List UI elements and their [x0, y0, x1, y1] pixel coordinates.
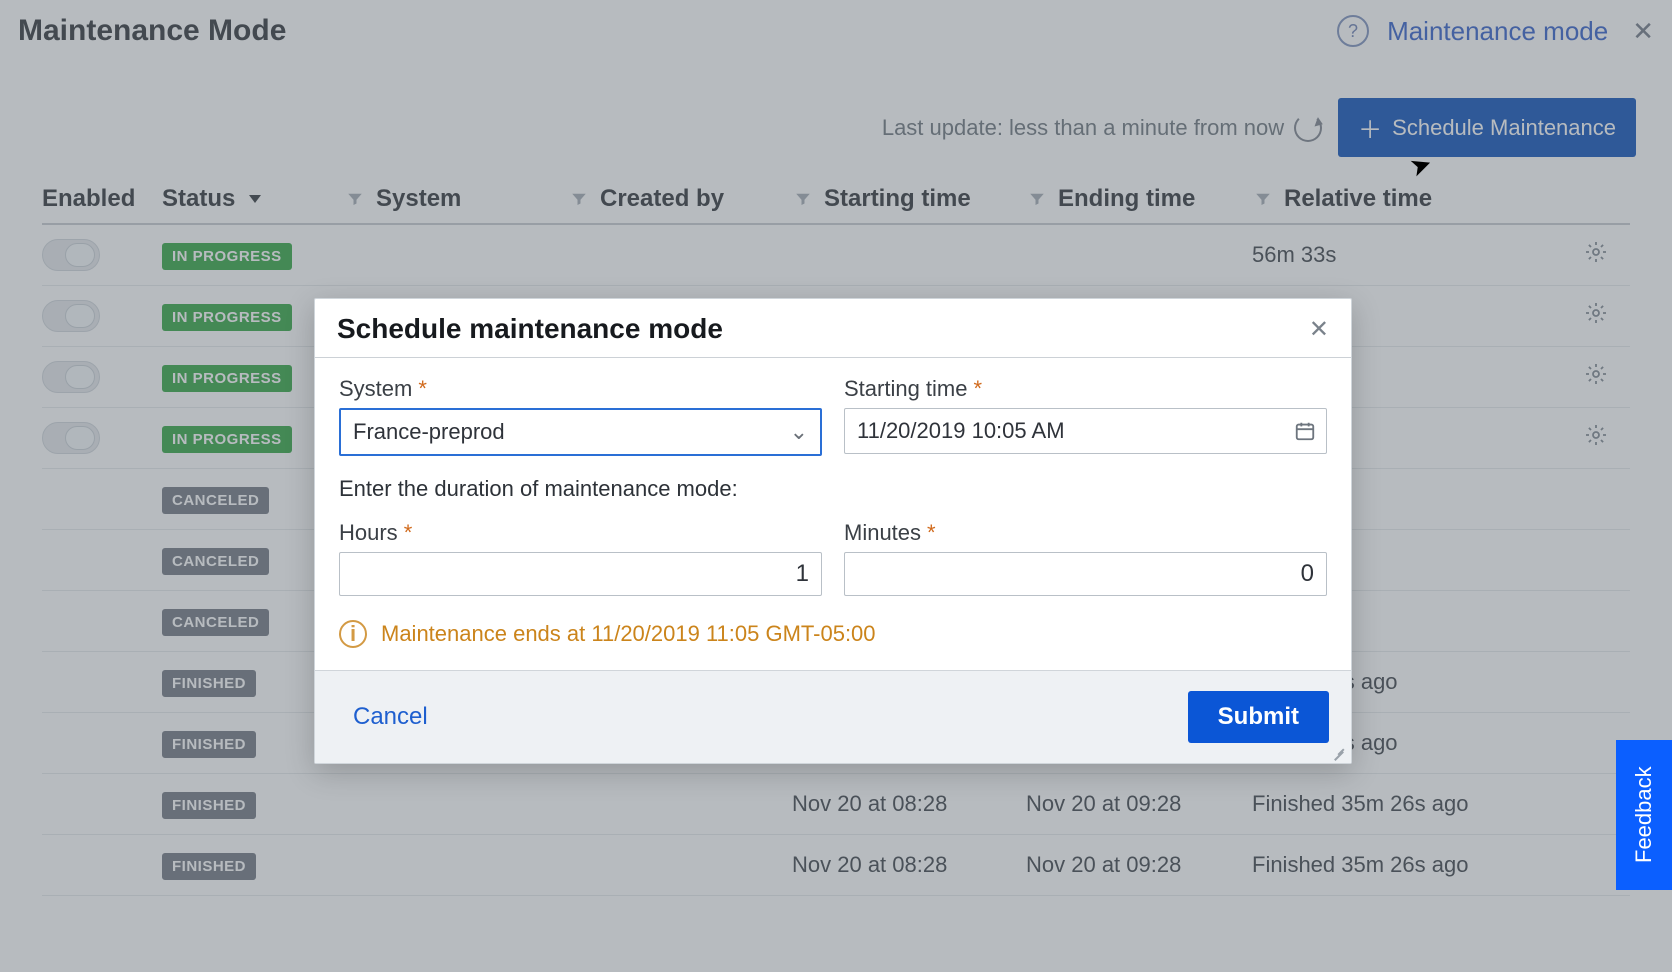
feedback-tab[interactable]: Feedback: [1616, 740, 1672, 890]
resize-handle-icon[interactable]: [1331, 743, 1347, 759]
calendar-icon[interactable]: [1294, 420, 1316, 442]
modal-title: Schedule maintenance mode: [337, 313, 723, 345]
label-minutes: Minutes*: [844, 520, 1327, 546]
minutes-input[interactable]: 0: [844, 552, 1327, 596]
hours-input[interactable]: 1: [339, 552, 822, 596]
label-hours: Hours*: [339, 520, 822, 546]
close-icon[interactable]: ✕: [1309, 315, 1329, 344]
cancel-button[interactable]: Cancel: [337, 693, 444, 741]
starting-time-input[interactable]: [844, 408, 1327, 454]
submit-button[interactable]: Submit: [1188, 691, 1329, 743]
label-system: System*: [339, 376, 822, 402]
system-select[interactable]: France-preprod ⌄: [339, 408, 822, 456]
info-icon: i: [339, 620, 367, 648]
duration-label: Enter the duration of maintenance mode:: [339, 476, 1327, 502]
label-starting-time: Starting time*: [844, 376, 1327, 402]
chevron-down-icon: ⌄: [790, 419, 808, 445]
schedule-modal: Schedule maintenance mode ✕ System* Fran…: [314, 298, 1352, 764]
starting-time-field[interactable]: [855, 417, 1294, 445]
end-time-info: i Maintenance ends at 11/20/2019 11:05 G…: [339, 620, 1327, 648]
